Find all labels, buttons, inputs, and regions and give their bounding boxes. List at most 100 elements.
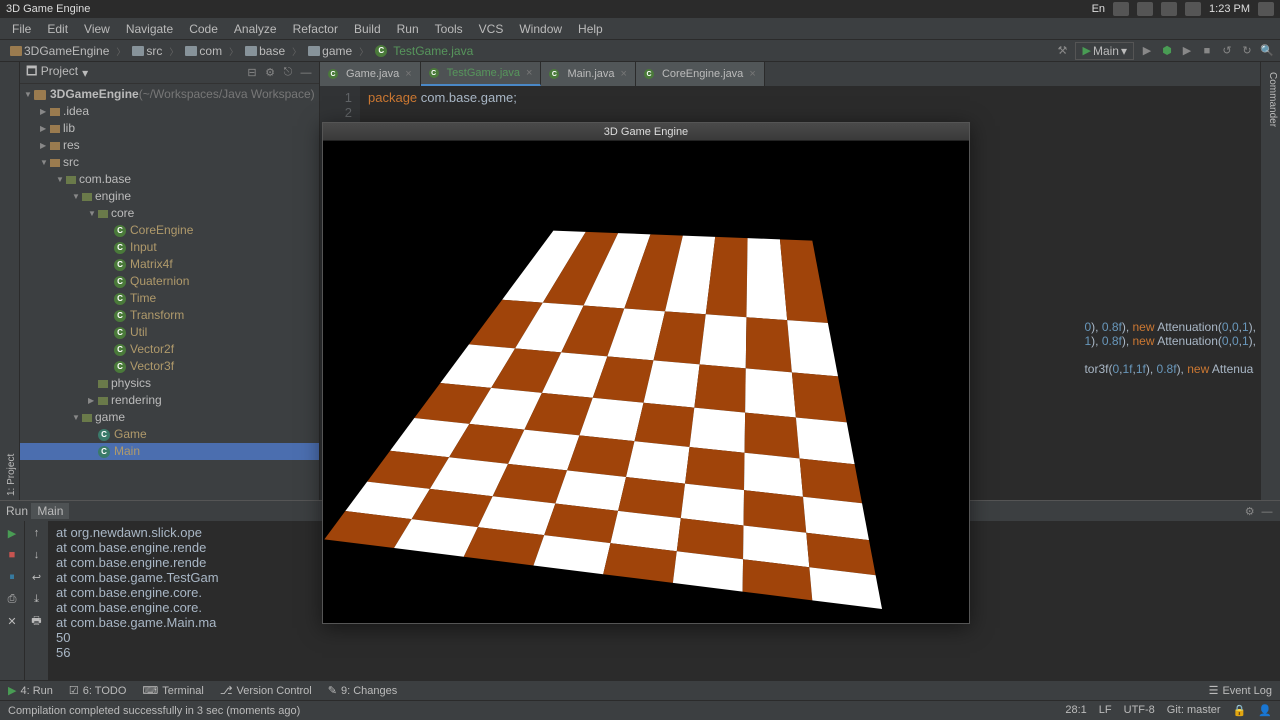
- soft-wrap-button[interactable]: ↩: [29, 569, 45, 585]
- gear-icon[interactable]: ⚙: [1243, 504, 1257, 518]
- bc-base[interactable]: base: [241, 43, 289, 59]
- search-button[interactable]: 🔍: [1260, 44, 1274, 58]
- tree-item-game[interactable]: CGame: [20, 426, 319, 443]
- editor-tab-testgame-java[interactable]: CTestGame.java×: [421, 62, 542, 86]
- tree-item-game[interactable]: game: [20, 409, 319, 426]
- menu-window[interactable]: Window: [513, 20, 568, 37]
- tree-item-util[interactable]: CUtil: [20, 324, 319, 341]
- stop-button[interactable]: ■: [4, 547, 20, 563]
- status-line-sep[interactable]: LF: [1099, 704, 1112, 717]
- cloud-icon[interactable]: [1113, 2, 1129, 16]
- menu-analyze[interactable]: Analyze: [228, 20, 283, 37]
- rerun-button[interactable]: ▶: [4, 525, 20, 541]
- tree-item-vector3f[interactable]: CVector3f: [20, 358, 319, 375]
- stop-button[interactable]: ■: [1200, 44, 1214, 58]
- bc-com[interactable]: com: [181, 43, 226, 59]
- close-icon[interactable]: ×: [405, 68, 411, 80]
- tree-item-engine[interactable]: engine: [20, 188, 319, 205]
- vcs-update-button[interactable]: ↺: [1220, 44, 1234, 58]
- tree-item-lib[interactable]: lib: [20, 120, 319, 137]
- lang-indicator[interactable]: En: [1092, 3, 1105, 15]
- pause-button[interactable]: ⏸: [4, 569, 20, 585]
- scroll-end-button[interactable]: ⤓: [29, 591, 45, 607]
- menu-vcs[interactable]: VCS: [473, 20, 510, 37]
- tree-item-physics[interactable]: physics: [20, 375, 319, 392]
- dump-button[interactable]: ⎙: [4, 591, 20, 607]
- editor-tab-main-java[interactable]: CMain.java×: [541, 62, 636, 86]
- menu-build[interactable]: Build: [348, 20, 387, 37]
- tool-tab-changes[interactable]: ✎ 9: Changes: [328, 684, 397, 697]
- menu-code[interactable]: Code: [183, 20, 224, 37]
- menu-navigate[interactable]: Navigate: [120, 20, 179, 37]
- tree-item-res[interactable]: res: [20, 137, 319, 154]
- status-lock-icon[interactable]: 🔒: [1233, 704, 1247, 717]
- status-caret-pos[interactable]: 28:1: [1065, 704, 1086, 717]
- menu-edit[interactable]: Edit: [41, 20, 74, 37]
- tree-item-coreengine[interactable]: CCoreEngine: [20, 222, 319, 239]
- clock[interactable]: 1:23 PM: [1209, 3, 1250, 15]
- tool-tab-event-log[interactable]: ☰ Event Log: [1209, 684, 1272, 697]
- bc-game[interactable]: game: [304, 43, 356, 59]
- run-config-selector[interactable]: ▶Main ▾: [1075, 42, 1134, 60]
- editor-tab-coreengine-java[interactable]: CCoreEngine.java×: [636, 62, 765, 86]
- status-git-branch[interactable]: Git: master: [1167, 704, 1221, 717]
- bc-root[interactable]: 3DGameEngine: [6, 43, 113, 59]
- menu-file[interactable]: File: [6, 20, 37, 37]
- volume-icon[interactable]: [1185, 2, 1201, 16]
- game-window-title[interactable]: 3D Game Engine: [323, 123, 969, 141]
- tool-tab-todo[interactable]: ☑ 6: TODO: [69, 684, 126, 697]
- close-button[interactable]: ✕: [4, 613, 20, 629]
- menu-help[interactable]: Help: [572, 20, 609, 37]
- scroll-to-icon[interactable]: ⎋: [281, 66, 295, 80]
- tree-root[interactable]: 3DGameEngine (~/Workspaces/Java Workspac…: [20, 86, 319, 103]
- tree-item-input[interactable]: CInput: [20, 239, 319, 256]
- tree-item-rendering[interactable]: rendering: [20, 392, 319, 409]
- close-icon[interactable]: ×: [621, 68, 627, 80]
- project-tree[interactable]: 3DGameEngine (~/Workspaces/Java Workspac…: [20, 84, 319, 500]
- menu-tools[interactable]: Tools: [429, 20, 469, 37]
- print-button[interactable]: 🖶: [29, 613, 45, 629]
- run-button[interactable]: ▶: [1140, 44, 1154, 58]
- status-encoding[interactable]: UTF-8: [1124, 704, 1155, 717]
- tree-item-core[interactable]: core: [20, 205, 319, 222]
- down-stack-button[interactable]: ↓: [29, 547, 45, 563]
- tree-item-time[interactable]: CTime: [20, 290, 319, 307]
- mail-icon[interactable]: [1161, 2, 1177, 16]
- tree-item-transform[interactable]: CTransform: [20, 307, 319, 324]
- tool-tab-vcs[interactable]: ⎇ Version Control: [220, 684, 312, 697]
- network-icon[interactable]: [1137, 2, 1153, 16]
- menu-run[interactable]: Run: [391, 20, 425, 37]
- menu-view[interactable]: View: [78, 20, 116, 37]
- side-tab-project[interactable]: 1: Project: [4, 68, 19, 500]
- up-stack-button[interactable]: ↑: [29, 525, 45, 541]
- tree-item-quaternion[interactable]: CQuaternion: [20, 273, 319, 290]
- tree-item-src[interactable]: src: [20, 154, 319, 171]
- tool-tab-terminal[interactable]: ⌨ Terminal: [142, 684, 203, 697]
- tree-item-vector2f[interactable]: CVector2f: [20, 341, 319, 358]
- status-hector-icon[interactable]: 👤: [1258, 704, 1272, 717]
- tree-item-matrix4f[interactable]: CMatrix4f: [20, 256, 319, 273]
- menu-refactor[interactable]: Refactor: [287, 20, 344, 37]
- bc-file[interactable]: CTestGame.java: [371, 43, 477, 59]
- tree-item-com-base[interactable]: com.base: [20, 171, 319, 188]
- hide-icon[interactable]: —: [299, 66, 313, 80]
- game-engine-window[interactable]: 3D Game Engine: [322, 122, 970, 624]
- collapse-all-icon[interactable]: ⊟: [245, 66, 259, 80]
- close-icon[interactable]: ×: [526, 67, 532, 79]
- editor-tab-game-java[interactable]: CGame.java×: [320, 62, 421, 86]
- tree-item--idea[interactable]: .idea: [20, 103, 319, 120]
- panel-view-selector[interactable]: ▾: [82, 66, 88, 80]
- hide-icon[interactable]: —: [1260, 505, 1274, 519]
- make-button[interactable]: ⚒: [1055, 44, 1069, 58]
- side-tab-commander[interactable]: Commander: [1265, 68, 1280, 500]
- coverage-button[interactable]: ▶: [1180, 44, 1194, 58]
- debug-button[interactable]: ⬢: [1160, 44, 1174, 58]
- vcs-commit-button[interactable]: ↻: [1240, 44, 1254, 58]
- bc-src[interactable]: src: [128, 43, 166, 59]
- gear-icon[interactable]: ⚙: [263, 66, 277, 80]
- power-icon[interactable]: [1258, 2, 1274, 16]
- close-icon[interactable]: ×: [749, 68, 755, 80]
- run-header-config[interactable]: Main: [31, 503, 69, 519]
- tool-tab-run[interactable]: ▶ 4: Run: [8, 684, 53, 697]
- tree-item-main[interactable]: CMain: [20, 443, 319, 460]
